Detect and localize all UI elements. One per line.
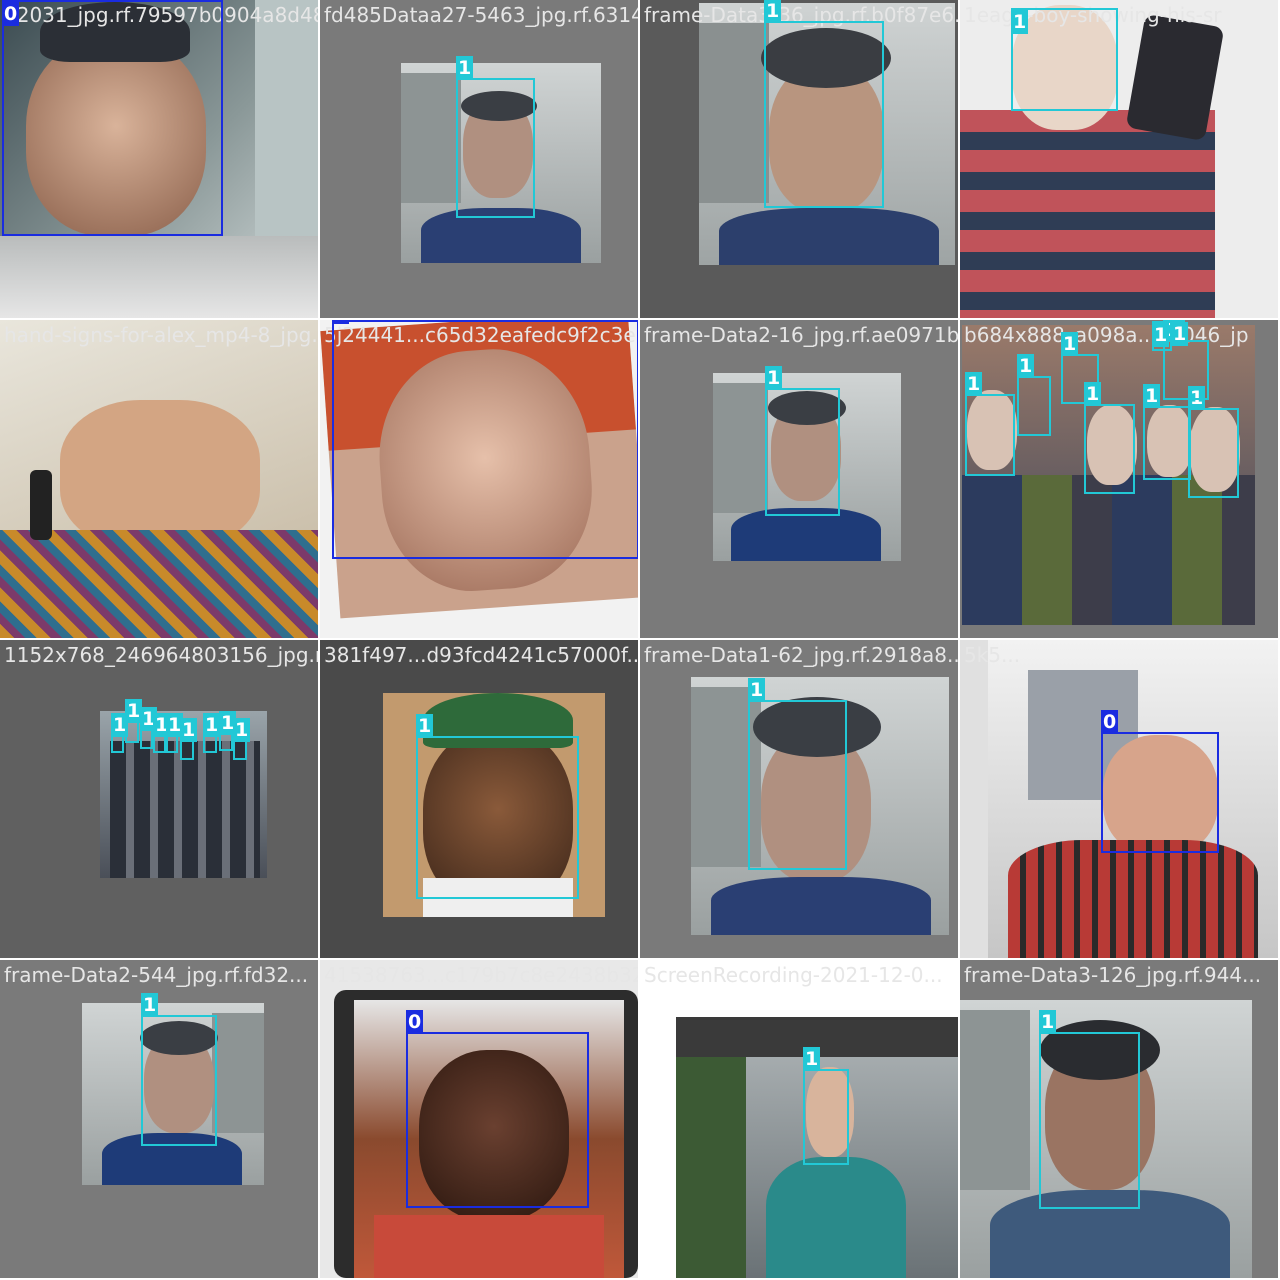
image-filename: ScreenRecording-2021-12-0...: [644, 963, 943, 987]
class-label: 1: [416, 714, 434, 738]
bounding-box: 1: [153, 713, 171, 753]
training-batch-mosaic: 92031_jpg.rf.79597b0904a8d4852972e75053 …: [0, 0, 1280, 1280]
bounding-box: 1: [140, 707, 158, 749]
class-label: 0: [1101, 710, 1119, 734]
class-label: 1: [803, 1047, 821, 1071]
class-label: 1: [456, 56, 474, 80]
class-label: 1: [1039, 1010, 1057, 1034]
mosaic-tile: frame-Data1-62_jpg.rf.2918a8... 1: [640, 640, 958, 958]
mosaic-tile: 381f497...d93fcd4241c57000f... 1: [320, 640, 638, 958]
image-filename: 1152x768_246964803156_jpg.rf.497c...: [4, 643, 318, 667]
mosaic-tile: 41538763...c179b7c8e2438b32... 0: [320, 960, 638, 1278]
bounding-box: 1: [166, 713, 184, 753]
bounding-box: 1: [965, 372, 1015, 476]
image-filename: fd485Dataa27-5463_jpg.rf.631455963e6a249…: [324, 3, 638, 27]
class-label: 1: [233, 718, 251, 742]
class-label: 1: [141, 993, 159, 1017]
bounding-box: 1: [748, 678, 847, 870]
class-label: 1: [965, 372, 983, 396]
class-label: 1: [1143, 384, 1161, 408]
bounding-box: 1: [1143, 384, 1191, 480]
bounding-box: 1: [1084, 382, 1135, 494]
mosaic-tile: 92031_jpg.rf.79597b0904a8d4852972e75053 …: [0, 0, 318, 318]
class-label: 1: [765, 366, 783, 390]
image-filename: frame-Data2-544_jpg.rf.fd32...: [4, 963, 309, 987]
class-label: 1: [203, 713, 221, 737]
mosaic-tile: frame-Data2-544_jpg.rf.fd32... 1: [0, 960, 318, 1278]
class-label: 1: [1061, 332, 1079, 356]
bounding-box: 1: [1017, 354, 1051, 436]
bounding-box: 1: [803, 1047, 849, 1165]
mosaic-tile: ScreenRecording-2021-12-0... 1: [640, 960, 958, 1278]
bounding-box: 0: [1101, 710, 1219, 853]
bounding-box: 1: [219, 711, 237, 751]
image-filename: 381f497...d93fcd4241c57000f...: [324, 643, 638, 667]
image-filename: 41538763...c179b7c8e2438b32...: [324, 963, 638, 987]
tile-photo: [960, 0, 1278, 318]
bounding-box: 1: [1039, 1010, 1140, 1209]
class-label: 0: [332, 320, 350, 324]
mosaic-tile: 5j24441...c65d32eafedc9f2c3e52bff2b 0: [320, 320, 638, 638]
image-filename: frame-Data1-62_jpg.rf.2918a8...: [644, 643, 958, 667]
bounding-box: 1: [764, 0, 884, 208]
bounding-box: 1: [233, 718, 251, 760]
bounding-box: 1: [180, 718, 198, 760]
bounding-box: 1: [111, 713, 129, 753]
bounding-box: 1: [203, 713, 221, 753]
class-label: 1: [1152, 323, 1170, 347]
mosaic-tile: 5k5... 0: [960, 640, 1278, 958]
mosaic-tile: 1eage-boy-showing-his-sr 1: [960, 0, 1278, 318]
class-label: 1: [111, 713, 129, 737]
bounding-box: 1: [416, 714, 579, 899]
class-label: 1: [1011, 10, 1029, 34]
class-label: 0: [2, 2, 20, 26]
bounding-box: 1: [456, 56, 535, 218]
image-filename: frame-Data3-126_jpg.rf.944...: [964, 963, 1262, 987]
bounding-box: 0: [2, 0, 223, 236]
bounding-box: 1: [1152, 321, 1172, 351]
class-label: 1: [1017, 354, 1035, 378]
mosaic-tile: frame-Data2-16_jpg.rf.ae0971b... 1: [640, 320, 958, 638]
tile-photo: [0, 320, 318, 638]
mosaic-tile: 1152x768_246964803156_jpg.rf.497c... 1 1…: [0, 640, 318, 958]
mosaic-tile: frame-Data3-36_jpg.rf.b0f87e6... 1: [640, 0, 958, 318]
bounding-box: 1: [141, 993, 217, 1146]
mosaic-tile: fd485Dataa27-5463_jpg.rf.631455963e6a249…: [320, 0, 638, 318]
class-label: 1: [1084, 382, 1102, 406]
class-label: 1: [1171, 322, 1189, 346]
class-label: 1: [180, 718, 198, 742]
bounding-box: 1: [1188, 386, 1239, 498]
mosaic-tile: hand-signs-for-alex_mp4-8_jpg.rf.fdb4c1: [0, 320, 318, 638]
image-filename: frame-Data2-16_jpg.rf.ae0971b...: [644, 323, 958, 347]
mosaic-tile: frame-Data3-126_jpg.rf.944... 1: [960, 960, 1278, 1278]
class-label: 0: [406, 1010, 424, 1034]
bounding-box: 1: [1011, 8, 1118, 111]
mosaic-tile: b684x888_a098a...76046_jp 1 1 1 1 1 1 1 …: [960, 320, 1278, 638]
bounding-box: 0: [406, 1010, 589, 1208]
bounding-box: 1: [765, 366, 840, 516]
class-label: 1: [748, 678, 766, 702]
bounding-box: 0: [332, 320, 638, 559]
bounding-box: 1: [1171, 320, 1189, 346]
class-label: 1: [764, 0, 782, 23]
